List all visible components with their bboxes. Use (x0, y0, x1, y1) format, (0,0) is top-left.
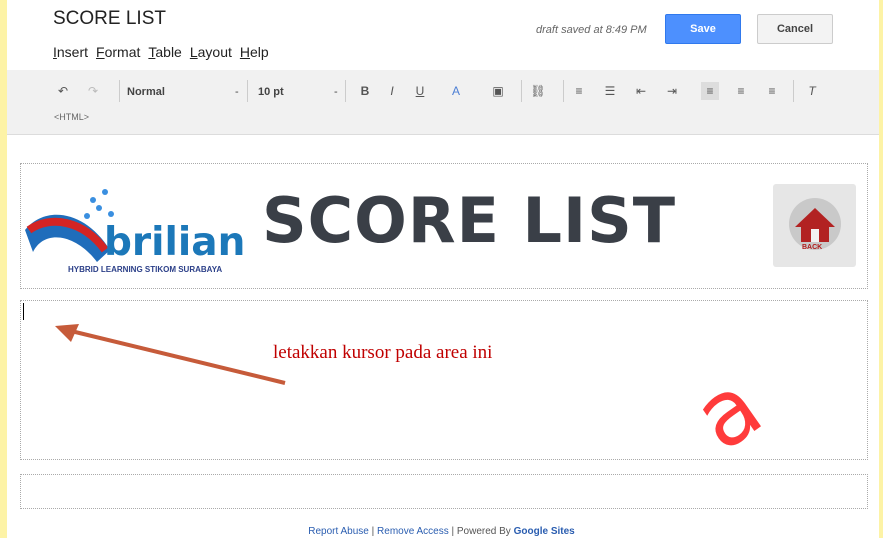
report-abuse-link[interactable]: Report Abuse (308, 526, 369, 537)
menu-insert[interactable]: Insert (53, 44, 88, 60)
numbered-list-icon[interactable]: ≡ (570, 82, 588, 100)
indent-less-icon[interactable]: ⇤ (632, 82, 650, 100)
bulleted-list-icon[interactable]: ☰ (601, 82, 619, 100)
draft-status: draft saved at 8:49 PM (536, 24, 647, 36)
italic-icon[interactable]: I (383, 82, 401, 100)
bold-icon[interactable]: B (356, 82, 374, 100)
align-right-icon[interactable]: ≡ (763, 82, 781, 100)
style-select[interactable]: Normal (127, 82, 165, 102)
font-size-dropdown-icon[interactable]: - (334, 82, 338, 102)
remove-access-link[interactable]: Remove Access (377, 526, 449, 537)
page-title: SCORE LIST (53, 8, 166, 29)
logo-subtitle: HYBRID LEARNING STIKOM SURABAYA (68, 265, 223, 274)
background-color-icon[interactable]: ▣ (489, 82, 507, 100)
align-center-icon[interactable]: ≡ (732, 82, 750, 100)
menu-help[interactable]: Help (240, 44, 269, 60)
redo-icon[interactable]: ↷ (84, 82, 102, 100)
footer: Report Abuse | Remove Access | Powered B… (308, 526, 575, 537)
text-color-icon[interactable]: A (447, 82, 465, 100)
menu-bar: Insert Format Table Layout Help (53, 44, 269, 60)
text-cursor (23, 303, 24, 320)
google-sites-link[interactable]: Google Sites (514, 526, 575, 537)
menu-format[interactable]: Format (96, 44, 140, 60)
back-label: BACK (802, 244, 823, 251)
logo-text: brilian (104, 220, 246, 265)
html-link[interactable]: <HTML> (54, 112, 89, 122)
underline-icon[interactable]: U (411, 82, 429, 100)
score-list-heading: SCORE LIST (262, 184, 677, 257)
empty-section[interactable] (20, 474, 868, 509)
home-back-icon (789, 198, 841, 250)
cancel-button[interactable]: Cancel (757, 14, 833, 44)
powered-by-label: Powered By (456, 526, 511, 537)
save-button[interactable]: Save (665, 14, 741, 44)
undo-icon[interactable]: ↶ (54, 82, 72, 100)
instruction-text: letakkan kursor pada area ini (273, 342, 493, 363)
clear-formatting-icon[interactable]: T (803, 82, 821, 100)
style-dropdown-icon[interactable]: - (235, 82, 239, 102)
indent-more-icon[interactable]: ⇥ (663, 82, 681, 100)
align-left-icon[interactable]: ≡ (701, 82, 719, 100)
arrow-icon (55, 324, 286, 385)
back-button[interactable]: BACK (773, 184, 856, 267)
formatting-toolbar: ↶ ↷ Normal - 10 pt - B I U A ▣ ⛓ ≡ ☰ ⇤ ⇥… (7, 70, 879, 135)
font-size-select[interactable]: 10 pt (258, 82, 284, 102)
link-icon[interactable]: ⛓ (529, 82, 547, 100)
menu-layout[interactable]: Layout (190, 44, 232, 60)
menu-table[interactable]: Table (148, 44, 181, 60)
